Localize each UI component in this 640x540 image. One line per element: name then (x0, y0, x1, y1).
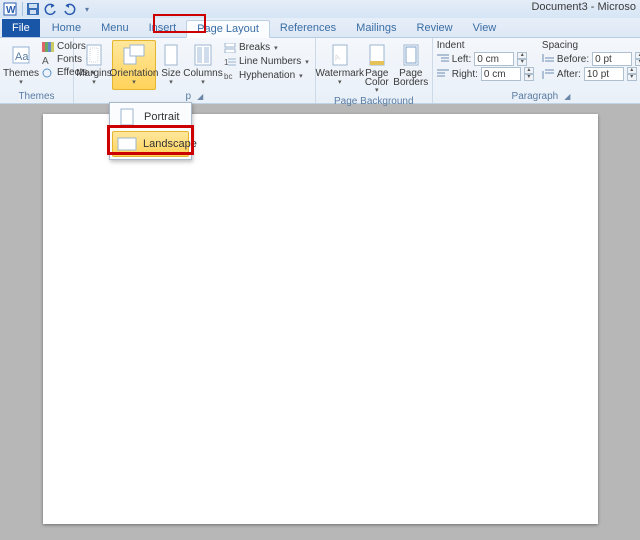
ribbon: Aa Themes ▾ Colors▾ AFonts▾ Effects▾ The… (0, 38, 640, 104)
spacing-header: Spacing (542, 40, 640, 51)
indent-right-input[interactable]: 0 cm (481, 67, 521, 81)
orientation-menu: Portrait Landscape (109, 102, 192, 160)
qat-customize-button[interactable]: ▾ (79, 1, 95, 17)
svg-text:Aa: Aa (15, 51, 29, 63)
size-button[interactable]: Size ▾ (158, 40, 184, 90)
margins-button[interactable]: Margins ▾ (78, 40, 110, 90)
themes-icon: Aa (10, 43, 32, 67)
group-themes: Aa Themes ▾ Colors▾ AFonts▾ Effects▾ The… (0, 38, 74, 103)
themes-button[interactable]: Aa Themes ▾ (4, 40, 38, 90)
columns-button[interactable]: Columns ▾ (186, 40, 220, 90)
line-numbers-icon: 1 (224, 57, 236, 67)
columns-icon (193, 43, 213, 67)
breaks-icon (224, 43, 236, 53)
group-page-background: A Watermark ▾ Page Color ▾ Page Borders … (316, 38, 433, 103)
indent-right-spinner[interactable]: ▴▾ (524, 67, 534, 81)
spacing-before-icon (542, 54, 554, 64)
tab-references[interactable]: References (270, 19, 346, 37)
indent-header: Indent (437, 40, 534, 51)
line-numbers-button[interactable]: 1Line Numbers▾ (222, 55, 311, 68)
orientation-portrait[interactable]: Portrait (110, 104, 191, 130)
spacing-after-icon (542, 69, 554, 79)
redo-button[interactable] (61, 1, 77, 17)
group-paragraph: Indent Left: 0 cm ▴▾ Right: 0 cm ▴▾ (433, 38, 640, 103)
hyphenation-icon: bc (224, 71, 236, 81)
orientation-icon (122, 43, 146, 67)
quick-access-toolbar: W ▾ Document3 - Microso (0, 0, 640, 18)
tab-file[interactable]: File (2, 19, 40, 37)
paragraph-dialog-launcher[interactable]: ◢ (564, 90, 570, 103)
spacing-before-spinner[interactable]: ▴▾ (635, 52, 640, 66)
watermark-button[interactable]: A Watermark ▾ (320, 40, 360, 95)
undo-button[interactable] (43, 1, 59, 17)
document-page[interactable] (43, 114, 598, 524)
tab-review[interactable]: Review (407, 19, 463, 37)
group-label-themes: Themes (4, 90, 69, 103)
indent-left-spinner[interactable]: ▴▾ (517, 52, 527, 66)
tab-menu[interactable]: Menu (91, 19, 139, 37)
fonts-icon: A (42, 55, 54, 65)
svg-text:W: W (6, 5, 16, 16)
window-title: Document3 - Microso (531, 1, 636, 13)
tab-mailings[interactable]: Mailings (346, 19, 406, 37)
page-borders-icon (401, 43, 421, 67)
save-button[interactable] (25, 1, 41, 17)
tab-page-layout[interactable]: Page Layout (186, 20, 270, 38)
indent-left-icon (437, 54, 449, 64)
tab-home[interactable]: Home (42, 19, 91, 37)
orientation-button[interactable]: Orientation ▾ (112, 40, 156, 90)
orientation-landscape[interactable]: Landscape (112, 131, 189, 157)
effects-icon (42, 68, 54, 78)
watermark-icon: A (330, 43, 350, 67)
breaks-button[interactable]: Breaks▾ (222, 41, 311, 54)
indent-left-input[interactable]: 0 cm (474, 52, 514, 66)
group-label-page-background: Page Background (320, 95, 428, 108)
tab-insert[interactable]: Insert (139, 19, 187, 37)
spacing-before-input[interactable]: 0 pt (592, 52, 632, 66)
page-color-button[interactable]: Page Color ▾ (362, 40, 392, 95)
margins-icon (84, 43, 104, 67)
ribbon-tabs: File Home Menu Insert Page Layout Refere… (0, 18, 640, 38)
page-color-icon (367, 43, 387, 67)
tab-view[interactable]: View (463, 19, 507, 37)
hyphenation-button[interactable]: bcHyphenation▾ (222, 69, 311, 82)
group-page-setup: Margins ▾ Orientation ▾ Size ▾ Columns ▾ (74, 38, 316, 103)
svg-text:A: A (42, 56, 49, 65)
spacing-after-spinner[interactable]: ▴▾ (627, 67, 637, 81)
portrait-icon (116, 108, 138, 126)
indent-right-icon (437, 69, 449, 79)
colors-icon (42, 42, 54, 52)
svg-text:bc: bc (224, 72, 232, 81)
page-borders-button[interactable]: Page Borders (394, 40, 428, 95)
group-label-paragraph: Paragraph◢ (437, 90, 640, 103)
size-icon (162, 43, 180, 67)
word-icon: W (2, 1, 18, 17)
document-area (0, 104, 640, 540)
landscape-icon (117, 135, 137, 153)
spacing-after-input[interactable]: 10 pt (584, 67, 624, 81)
page-setup-dialog-launcher[interactable]: ◢ (197, 90, 203, 103)
